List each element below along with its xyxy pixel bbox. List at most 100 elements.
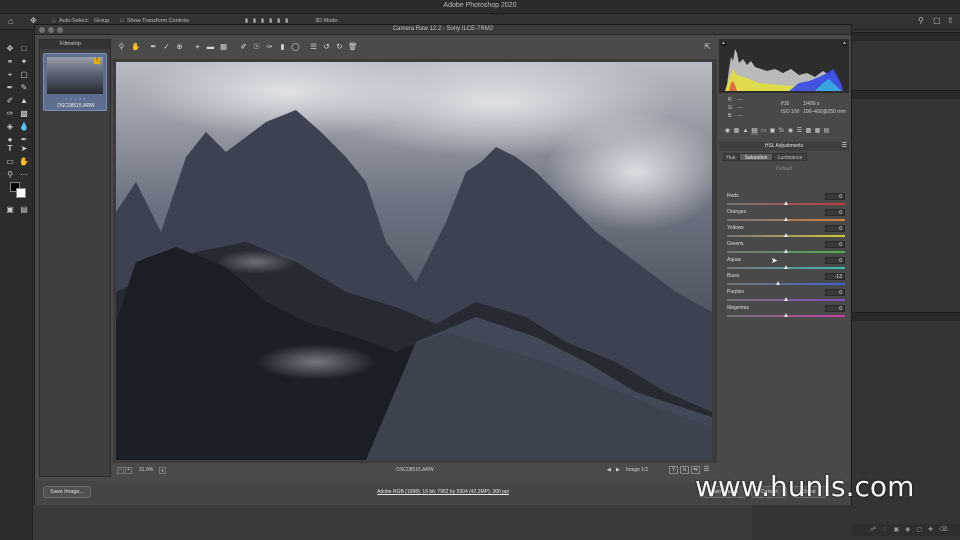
effects-icon[interactable]: fx	[778, 128, 785, 135]
rating-stars[interactable]: • • • • •	[44, 96, 108, 101]
slider-blues[interactable]: Blues -13	[727, 273, 845, 289]
slider-thumb[interactable]	[783, 297, 788, 301]
frame-icon[interactable]: ▢	[19, 70, 29, 79]
red-eye-icon[interactable]: ☉	[252, 42, 261, 51]
yy-compare-icon[interactable]: Y	[669, 466, 678, 474]
slider-aquas[interactable]: Aquas 0	[727, 257, 845, 273]
slider-value-field[interactable]: 0	[825, 209, 845, 216]
eyedropper-icon[interactable]: ✒	[5, 83, 15, 92]
slider-track[interactable]	[727, 283, 845, 285]
eraser-icon[interactable]: ▩	[19, 109, 29, 118]
blur-icon[interactable]: 💧	[19, 122, 29, 131]
tab-luminance[interactable]: Luminance	[773, 153, 807, 161]
clone-stamp-icon[interactable]: ▲	[19, 96, 29, 105]
trash-icon[interactable]: 🗑	[348, 42, 358, 51]
straighten-icon[interactable]: ▬	[206, 42, 215, 51]
panel-header[interactable]	[852, 312, 960, 321]
slider-thumb[interactable]	[783, 233, 788, 237]
radial-filter-icon[interactable]: ◯	[291, 42, 300, 51]
panel-header[interactable]	[852, 32, 960, 41]
more-tools-icon[interactable]: ⋯	[19, 170, 29, 179]
paint-bucket-icon[interactable]: ◈	[5, 122, 15, 131]
hand-tool-icon[interactable]: ✋	[131, 42, 140, 51]
move-icon[interactable]: ✥	[5, 44, 15, 53]
slider-thumb[interactable]	[783, 201, 788, 205]
quick-select-icon[interactable]: ✦	[19, 57, 29, 66]
preferences-icon[interactable]: ☰	[309, 42, 318, 51]
slider-thumb[interactable]	[783, 249, 788, 253]
image-preview[interactable]	[116, 62, 712, 460]
zoom-icon[interactable]: ⚲	[5, 170, 15, 179]
crop-icon[interactable]: ⌖	[5, 70, 15, 79]
transform-icon[interactable]: ▦	[219, 42, 228, 51]
split-toning-icon[interactable]: ▭	[760, 128, 767, 135]
highlight-clipping-icon[interactable]: ▲	[842, 40, 847, 46]
optics-icon[interactable]: ▤	[823, 128, 830, 135]
tone-curve-icon[interactable]: ▦	[733, 128, 740, 135]
spot-removal-icon[interactable]: ✐	[239, 42, 248, 51]
hsl-panel-icon[interactable]: ▤	[751, 128, 758, 135]
slider-value-field[interactable]: 0	[825, 225, 845, 232]
slider-thumb[interactable]	[775, 281, 780, 285]
slider-value-field[interactable]: 0	[825, 289, 845, 296]
slider-yellows[interactable]: Yellows 0	[727, 225, 845, 241]
rectangle-icon[interactable]: ▭	[5, 157, 15, 166]
next-image-icon[interactable]: ▶	[616, 467, 620, 473]
home-icon[interactable]: ⌂	[8, 16, 13, 26]
layers-footer-icons[interactable]: ☍♢▣◉▢✚⌫	[852, 524, 960, 536]
zoom-tool-icon[interactable]: ⚲	[117, 42, 126, 51]
panel-menu-icon[interactable]: ☰	[842, 142, 847, 151]
path-select-icon[interactable]: ➤	[19, 144, 29, 153]
lasso-icon[interactable]: ⚭	[5, 57, 15, 66]
crop-tool-icon[interactable]: ⌖	[193, 42, 202, 51]
slider-magentas[interactable]: Magentas 0	[727, 305, 845, 321]
search-icon[interactable]: ⚲	[918, 16, 924, 25]
presets-icon[interactable]: ☰	[796, 128, 803, 135]
graduated-filter-icon[interactable]: ▮	[278, 42, 287, 51]
type-icon[interactable]: T	[5, 144, 15, 153]
slider-greens[interactable]: Greens 0	[727, 241, 845, 257]
slider-purples[interactable]: Purples 0	[727, 289, 845, 305]
targeted-adjust-icon[interactable]: ⊕	[175, 42, 184, 51]
basic-panel-icon[interactable]: ◉	[724, 128, 731, 135]
slider-value-field[interactable]: -13	[825, 273, 845, 280]
workspace-icon[interactable]: ▢	[933, 16, 941, 25]
slider-value-field[interactable]: 0	[825, 193, 845, 200]
slider-value-field[interactable]: 0	[825, 305, 845, 312]
cycle-views-icon[interactable]: ⇅	[680, 466, 689, 474]
hand-icon[interactable]: ✋	[19, 157, 29, 166]
shadow-clipping-icon[interactable]: ▲	[721, 40, 726, 46]
color-sampler-icon[interactable]: ✓	[162, 42, 171, 51]
brush-icon[interactable]: ✐	[5, 96, 15, 105]
history-brush-icon[interactable]: ✑	[5, 109, 15, 118]
dodge-icon[interactable]: ●	[5, 135, 15, 144]
adjustment-brush-icon[interactable]: ✑	[265, 42, 274, 51]
slider-value-field[interactable]: 0	[825, 257, 845, 264]
background-color-swatch[interactable]	[16, 188, 26, 198]
screen-mode-icon[interactable]: ▤	[19, 205, 29, 214]
toggle-fullscreen-icon[interactable]: ⇱	[703, 42, 712, 51]
marquee-icon[interactable]: □	[19, 44, 29, 53]
panel-header[interactable]	[852, 90, 960, 99]
share-icon[interactable]: ⇧	[947, 16, 954, 25]
white-balance-icon[interactable]: ✒	[149, 42, 158, 51]
slider-reds[interactable]: Reds 0	[727, 193, 845, 209]
transform-panel-icon[interactable]: ▦	[814, 128, 821, 135]
tab-hue[interactable]: Hue	[723, 153, 739, 161]
slider-value-field[interactable]: 0	[825, 241, 845, 248]
lens-corrections-icon[interactable]: ▣	[769, 128, 776, 135]
snapshots-icon[interactable]: ▩	[805, 128, 812, 135]
default-link[interactable]: Default	[719, 166, 849, 172]
slider-oranges[interactable]: Oranges 0	[727, 209, 845, 225]
rotate-left-icon[interactable]: ↺	[322, 42, 331, 51]
calibration-icon[interactable]: ◉	[787, 128, 794, 135]
slider-thumb[interactable]	[783, 217, 788, 221]
rotate-right-icon[interactable]: ↻	[335, 42, 344, 51]
healing-brush-icon[interactable]: ✎	[19, 83, 29, 92]
slider-thumb[interactable]	[783, 313, 788, 317]
tab-saturation[interactable]: Saturation	[739, 153, 773, 161]
pen-icon[interactable]: ✒	[19, 135, 29, 144]
quick-mask-icon[interactable]: ▣	[5, 205, 15, 214]
prev-image-icon[interactable]: ◀	[607, 467, 611, 473]
filmstrip-thumbnail[interactable]: ! • • • • • DSC08515.ARW	[43, 53, 107, 111]
